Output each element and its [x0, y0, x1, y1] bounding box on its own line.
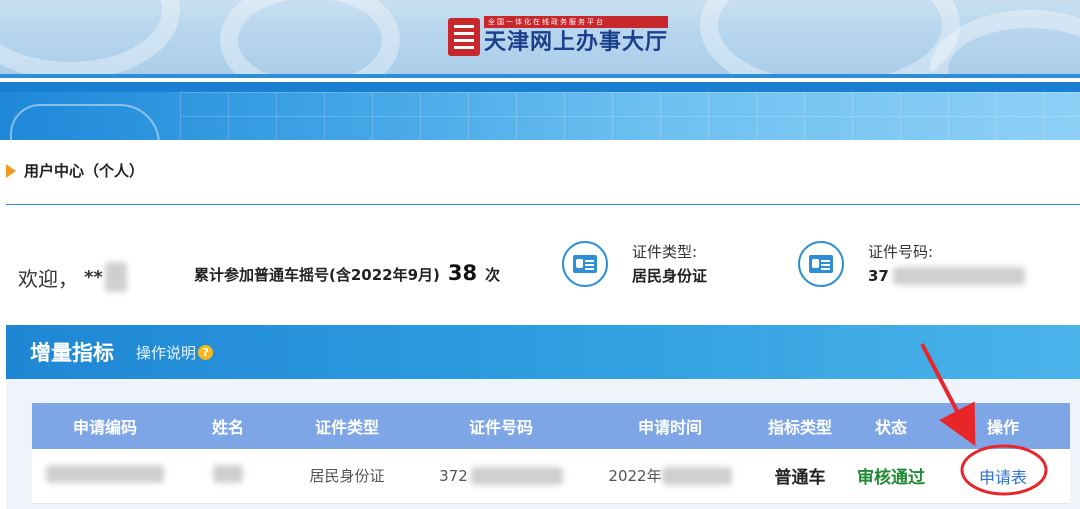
id-type-label: 证件类型:	[632, 243, 698, 261]
table-row: 居民身份证 372 2022年 普通车 审核通过 申请表	[32, 449, 1070, 504]
action-cell: 申请表	[936, 449, 1070, 504]
stat-unit: 次	[485, 266, 501, 284]
header-decoration	[700, 0, 960, 78]
banner-grid	[180, 92, 1080, 140]
id-type-value: 居民身份证	[632, 267, 708, 285]
banner-band	[0, 82, 1080, 92]
column-header: 申请时间	[586, 403, 754, 449]
redacted-name	[104, 262, 127, 292]
header-decoration	[220, 0, 400, 78]
redacted-apply-code	[46, 464, 164, 483]
redacted-id-number	[470, 466, 563, 485]
column-header: 指标类型	[754, 403, 846, 449]
welcome-message: 欢迎， **	[18, 262, 127, 292]
id-number-prefix: 37	[868, 267, 889, 285]
apply-time-cell: 2022年	[586, 449, 754, 504]
lottery-stat: 累计参加普通车摇号(含2022年9月) 38 次	[194, 261, 500, 285]
help-label: 操作说明	[136, 343, 197, 362]
column-header: 申请编码	[32, 403, 178, 449]
id-number-label: 证件号码:	[868, 243, 934, 261]
quota-table: 申请编码 姓名 证件类型 证件号码 申请时间 指标类型 状态 操作 居民身份证 …	[32, 403, 1070, 504]
help-link[interactable]: 操作说明 ?	[136, 342, 214, 363]
breadcrumb: 用户中心（个人）	[6, 160, 144, 181]
welcome-greeting: 欢迎，	[18, 266, 78, 291]
column-header: 证件类型	[278, 403, 416, 449]
panel-title: 增量指标	[30, 341, 114, 365]
id-type-cell: 居民身份证	[278, 449, 416, 504]
stat-label: 累计参加普通车摇号(含2022年9月)	[194, 266, 440, 284]
site-name: 天津网上办事大厅	[484, 30, 669, 55]
id-type-box: 证件类型: 居民身份证	[562, 240, 707, 288]
redacted-id-number	[892, 267, 1025, 285]
id-number-value: 37	[868, 264, 1025, 288]
question-icon: ?	[198, 344, 214, 360]
column-header: 状态	[846, 403, 936, 449]
logo-slogan: 全国一体化在线政务服务平台	[484, 16, 669, 28]
redacted-apply-time	[661, 466, 732, 485]
id-number-cell: 372	[416, 449, 586, 504]
id-number-prefix: 372	[439, 466, 468, 485]
page-title: 用户中心（个人）	[24, 162, 145, 180]
apply-code-cell	[32, 449, 178, 504]
site-header: 全国一体化在线政务服务平台 天津网上办事大厅	[0, 0, 1080, 78]
id-number-box: 证件号码: 37	[798, 240, 1025, 288]
column-header: 操作	[936, 403, 1070, 449]
id-user-icon	[798, 241, 844, 287]
tianjin-seal-icon	[448, 18, 480, 56]
column-header: 姓名	[178, 403, 278, 449]
table-header-row: 申请编码 姓名 证件类型 证件号码 申请时间 指标类型 状态 操作	[32, 403, 1070, 449]
status-badge: 审核通过	[846, 449, 936, 504]
header-divider	[0, 74, 1080, 78]
stat-count: 38	[447, 261, 478, 285]
redacted-name	[213, 464, 243, 483]
apply-time-prefix: 2022年	[608, 467, 662, 486]
banner	[0, 82, 1080, 140]
arrow-right-icon	[6, 163, 16, 178]
column-header: 证件号码	[416, 403, 586, 449]
name-cell	[178, 449, 278, 504]
car-outline-icon	[10, 104, 160, 140]
panel-header: 增量指标 操作说明 ?	[6, 325, 1080, 379]
application-form-link[interactable]: 申请表	[979, 468, 1027, 487]
user-name: **	[84, 266, 103, 288]
site-logo[interactable]: 全国一体化在线政务服务平台 天津网上办事大厅	[448, 12, 669, 56]
header-decoration	[0, 0, 180, 78]
divider	[6, 204, 1080, 205]
quota-type-cell: 普通车	[754, 449, 846, 504]
id-card-icon	[562, 241, 608, 287]
